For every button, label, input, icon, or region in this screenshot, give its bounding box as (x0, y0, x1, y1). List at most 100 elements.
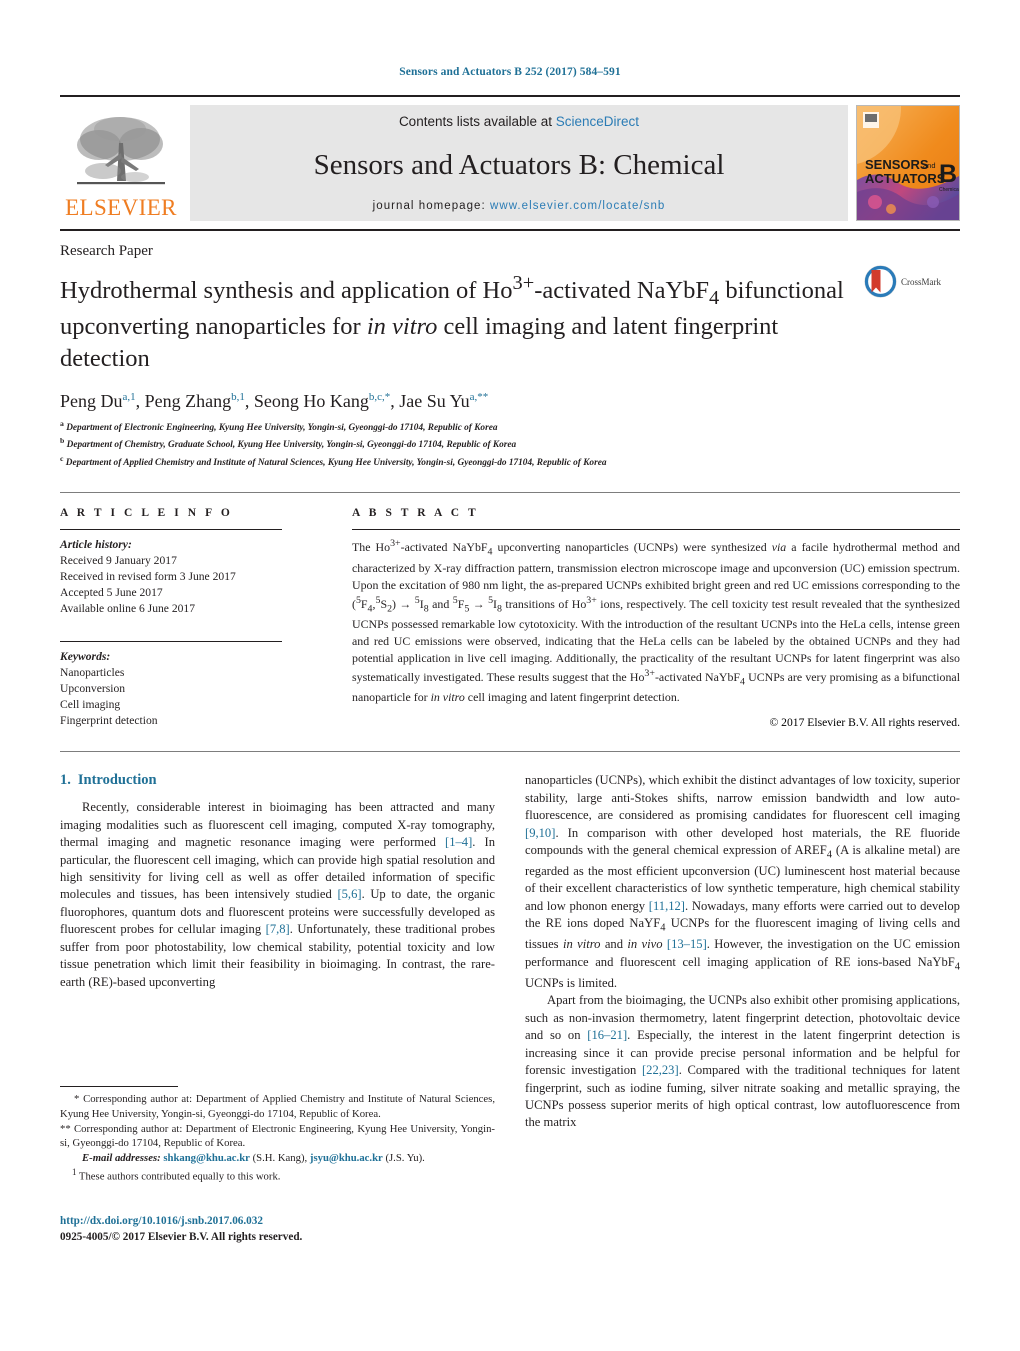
author-sup-1[interactable]: b,1 (231, 391, 245, 403)
homepage-prefix: journal homepage: (372, 200, 490, 212)
cover-letter-b: B (939, 160, 957, 188)
cover-and-text: and (923, 161, 936, 170)
masthead-center: Contents lists available at ScienceDirec… (190, 105, 848, 221)
abs-invitro: in vitro (430, 690, 465, 705)
running-head: Sensors and Actuators B 252 (2017) 584–5… (399, 66, 621, 78)
author-name-3[interactable]: Jae Su Yu (399, 391, 469, 411)
citation-5-6[interactable]: [5,6] (337, 887, 361, 901)
journal-title: Sensors and Actuators B: Chemical (313, 149, 725, 181)
keyword-3: Fingerprint detection (60, 714, 158, 728)
page-title: Hydrothermal synthesis and application o… (60, 270, 850, 374)
author-sup-3[interactable]: a,** (470, 391, 489, 403)
title-sup-charge: 3+ (512, 272, 535, 294)
citation-22-23[interactable]: [22,23] (642, 1063, 679, 1077)
elsevier-tree-icon (77, 117, 165, 185)
section-number: 1. (60, 772, 71, 789)
affiliation-text-c: Department of Applied Chemistry and Inst… (65, 457, 607, 468)
email-label: E-mail addresses: (82, 1152, 161, 1165)
title-seg-2: -activated NaYbF (534, 277, 710, 305)
abs-seg-7: -activated NaYbF (654, 669, 741, 684)
abs-seg-9: cell imaging and latent fingerprint dete… (464, 690, 680, 705)
intro-paragraph-right-1: nanoparticles (UCNPs), which exhibit the… (525, 772, 960, 992)
intro-r-seg-1: nanoparticles (UCNPs), which exhibit the… (525, 773, 960, 823)
intro-invitro: in vitro (562, 937, 601, 952)
contents-prefix: Contents lists available at (398, 114, 556, 129)
issn-copyright: 0925-4005/© 2017 Elsevier B.V. All right… (60, 1230, 303, 1243)
article-type: Research Paper (60, 243, 153, 259)
keyword-0: Nanoparticles (60, 666, 125, 680)
elsevier-wordmark: ELSEVIER (65, 195, 177, 220)
journal-masthead: ELSEVIER Contents lists available at Sci… (60, 95, 960, 221)
article-history-label: Article history: (60, 538, 132, 552)
intro-l-seg-1: Recently, considerable interest in bioim… (60, 800, 495, 850)
crossmark-badge[interactable]: CrossMark (864, 265, 960, 298)
cover-sensors-text: SENSORS (865, 157, 929, 172)
affiliation-a: a Department of Electronic Engineering, … (60, 418, 960, 436)
body-right-column: nanoparticles (UCNPs), which exhibit the… (525, 772, 960, 1132)
author-list: Peng Dua,1, Peng Zhangb,1, Seong Ho Kang… (60, 390, 489, 411)
footnote-rule (60, 1086, 178, 1087)
cover-actuators-text: ACTUATORS (865, 171, 946, 186)
title-seg-italic: in vitro (366, 313, 438, 341)
abs-seg-2: -activated NaYbF (400, 540, 488, 555)
citation-11-12[interactable]: [11,12] (649, 899, 685, 913)
footnote-dstar-mark: ** (60, 1122, 71, 1135)
abstract-heading: A B S T R A C T (352, 507, 479, 520)
history-item-2: Accepted 5 June 2017 (60, 586, 163, 600)
intro-paragraph-right-2: Apart from the bioimaging, the UCNPs als… (525, 992, 960, 1132)
body-left-column: 1. Introduction Recently, considerable in… (60, 772, 495, 1132)
keywords-block: Keywords: Nanoparticles Upconversion Cel… (60, 649, 342, 729)
journal-cover-thumbnail: SENSORS and ACTUATORS B Chemical (856, 105, 960, 221)
info-abstract-section: A R T I C L E I N F O Article history: R… (60, 493, 960, 729)
author-name-1[interactable]: Peng Zhang (145, 391, 231, 411)
cover-art: SENSORS and ACTUATORS B Chemical (857, 106, 959, 220)
author-sup-2[interactable]: b,c,* (369, 391, 390, 403)
abstract-text: The Ho3+-activated NaYbF4 upconverting n… (352, 538, 961, 705)
journal-homepage-line: journal homepage: www.elsevier.com/locat… (373, 200, 666, 212)
citation-16-21[interactable]: [16–21] (587, 1028, 627, 1042)
abs-sup-charge-1: 3+ (390, 538, 401, 550)
doi-link[interactable]: http://dx.doi.org/10.1016/j.snb.2017.06.… (60, 1214, 495, 1230)
author-name-0[interactable]: Peng Du (60, 391, 123, 411)
email-link-kang[interactable]: shkang@khu.ac.kr (163, 1152, 250, 1164)
section-heading-introduction: 1. Introduction (60, 772, 495, 789)
masthead-bottom-rule (60, 229, 960, 231)
abstract-copyright: © 2017 Elsevier B.V. All rights reserved… (769, 716, 960, 730)
title-block: CrossMark Research Paper Hydrothermal sy… (60, 243, 960, 470)
history-item-0: Received 9 January 2017 (60, 554, 177, 568)
crossmark-label: CrossMark (901, 276, 941, 287)
author-name-2[interactable]: Seong Ho Kang (254, 391, 369, 411)
keyword-2: Cell imaging (60, 698, 121, 712)
paper-page: Sensors and Actuators B 252 (2017) 584–5… (0, 0, 1020, 1351)
elsevier-logo: ELSEVIER (60, 105, 182, 221)
citation-1-4[interactable]: [1–4] (445, 835, 472, 849)
affiliation-mark-b: b (60, 436, 65, 446)
footnote-emails: E-mail addresses: shkang@khu.ac.kr (S.H.… (60, 1151, 495, 1166)
footnote-dstar-text: Corresponding author at: Department of E… (60, 1122, 495, 1150)
affiliation-mark-a: a (60, 418, 64, 428)
email-link-yu[interactable]: jsyu@khu.ac.kr (310, 1152, 383, 1164)
contents-list-line: Contents lists available at ScienceDirec… (399, 114, 639, 129)
naybf4-sub: 4 (954, 961, 960, 973)
homepage-url-link[interactable]: www.elsevier.com/locate/snb (490, 200, 665, 212)
cover-chemical-text: Chemical (939, 187, 959, 193)
citation-13-15[interactable]: [13–15] (667, 937, 707, 951)
affiliation-text-a: Department of Electronic Engineering, Ky… (66, 422, 498, 433)
intro-paragraph-left: Recently, considerable interest in bioim… (60, 799, 495, 991)
affiliation-list: a Department of Electronic Engineering, … (60, 418, 960, 471)
abstract-column: A B S T R A C T The Ho3+-activated NaYbF… (342, 507, 960, 729)
citation-9-10[interactable]: [9,10] (525, 826, 555, 840)
sciencedirect-link[interactable]: ScienceDirect (556, 114, 639, 129)
crossmark-icon (864, 265, 897, 298)
body-two-columns: 1. Introduction Recently, considerable in… (60, 772, 960, 1132)
keyword-1: Upconversion (60, 682, 126, 696)
footnote-star-text: Corresponding author at: Department of A… (60, 1093, 495, 1120)
author-sup-0[interactable]: a,1 (123, 391, 136, 403)
intro-and: and (600, 937, 628, 952)
footnote-one-text: These authors contributed equally to thi… (76, 1170, 281, 1183)
article-info-column: A R T I C L E I N F O Article history: R… (60, 507, 342, 729)
keywords-label: Keywords: (60, 650, 111, 664)
abs-seg-5: transitions of Ho (501, 596, 587, 611)
citation-7-8[interactable]: [7,8] (266, 922, 290, 936)
